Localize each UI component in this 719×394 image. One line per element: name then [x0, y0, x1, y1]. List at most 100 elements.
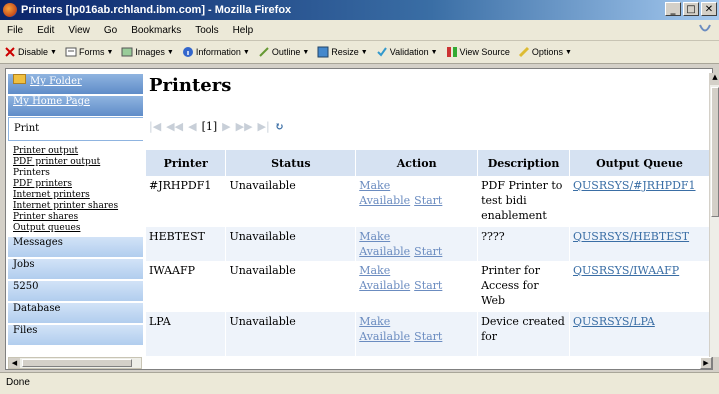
output-queue-link[interactable]: QUSRSYS/#JRHPDF1	[569, 176, 710, 227]
description-cell: Device created for	[477, 312, 571, 356]
menu-bookmarks[interactable]: Bookmarks	[124, 25, 188, 36]
sidebar-link-printer-shares[interactable]: Printer shares	[13, 212, 143, 223]
print-submenu: Printer output PDF printer output Printe…	[8, 142, 143, 236]
main-content: Printers |◀ ◀◀ ◀ [1] ▶ ▶▶ ▶| ↻ Printer S…	[146, 73, 710, 357]
output-queue-link[interactable]: QUSRSYS/IWAAFP	[569, 261, 710, 312]
printers-table: Printer Status Action Description Output…	[146, 150, 710, 356]
printer-cell: IWAAFP	[146, 261, 227, 312]
menu-edit[interactable]: Edit	[30, 25, 61, 36]
output-queue-link[interactable]: QUSRSYS/HEBTEST	[569, 227, 710, 261]
tb-images[interactable]: Images ▼	[117, 46, 177, 58]
menu-tools[interactable]: Tools	[188, 25, 225, 36]
folder-icon	[13, 74, 26, 84]
action-cell: Make Available Start	[355, 227, 479, 261]
start-link[interactable]: Start	[414, 279, 442, 292]
page-number[interactable]: [1]	[202, 120, 218, 133]
tb-view-source[interactable]: View Source	[442, 46, 514, 58]
disable-icon	[5, 47, 15, 57]
sidebar-item-5250[interactable]: 5250	[8, 280, 143, 301]
forms-icon	[65, 47, 77, 57]
last-page-icon[interactable]: ▶|	[258, 120, 270, 133]
scroll-up-icon[interactable]: ▲	[710, 73, 719, 85]
menu-help[interactable]: Help	[226, 25, 261, 36]
action-cell: Make Available Start	[355, 176, 479, 227]
start-link[interactable]: Start	[414, 330, 442, 343]
output-queue-link[interactable]: QUSRSYS/LPA	[569, 312, 710, 356]
refresh-icon[interactable]: ↻	[275, 120, 284, 133]
sidebar-link-pdf-printers[interactable]: PDF printers	[13, 179, 143, 190]
make-available-link[interactable]: Make Available	[359, 315, 410, 343]
menu-bar: File Edit View Go Bookmarks Tools Help	[0, 20, 719, 41]
sidebar-link-printer-output[interactable]: Printer output	[13, 146, 143, 157]
status-cell: Unavailable	[225, 261, 357, 312]
sidebar-item-jobs[interactable]: Jobs	[8, 258, 143, 279]
status-cell: Unavailable	[225, 176, 357, 227]
scroll-left-icon[interactable]: ◀	[9, 358, 20, 368]
start-link[interactable]: Start	[414, 245, 442, 258]
sidebar-item-home[interactable]: My Home Page	[8, 95, 143, 116]
scroll-right-icon[interactable]: ▶	[700, 357, 712, 369]
prev-page-icon[interactable]: ◀	[188, 120, 196, 133]
start-link[interactable]: Start	[414, 194, 442, 207]
sidebar-item-print[interactable]: Print	[8, 117, 143, 141]
col-header-output-queue[interactable]: Output Queue	[569, 150, 710, 176]
make-available-link[interactable]: Make Available	[359, 264, 410, 292]
sidebar-item-my-folder[interactable]: My Folder	[8, 73, 143, 94]
make-available-link[interactable]: Make Available	[359, 179, 410, 207]
outline-icon	[259, 47, 269, 57]
window-titlebar: Printers [lp016ab.rchland.ibm.com] - Moz…	[0, 0, 719, 20]
menu-go[interactable]: Go	[97, 25, 124, 36]
tb-resize[interactable]: Resize ▼	[313, 46, 371, 58]
tb-information[interactable]: Information ▼	[178, 46, 254, 58]
status-cell: Unavailable	[225, 227, 357, 261]
prev-page-fast-icon[interactable]: ◀◀	[166, 120, 183, 133]
description-cell: Printer for Access for Web	[477, 261, 571, 312]
sidebar-item-database[interactable]: Database	[8, 302, 143, 323]
action-cell: Make Available Start	[355, 312, 479, 356]
validation-icon	[377, 47, 387, 57]
description-cell: ????	[477, 227, 571, 261]
options-icon	[518, 46, 529, 58]
status-bar: Done	[0, 372, 719, 394]
scroll-thumb[interactable]	[22, 359, 132, 367]
sidebar-link-internet-printer-shares[interactable]: Internet printer shares	[13, 201, 143, 212]
next-page-icon[interactable]: ▶	[222, 120, 230, 133]
sidebar-link-output-queues[interactable]: Output queues	[13, 223, 143, 234]
sidebar-link-printers[interactable]: Printers	[13, 168, 143, 179]
tb-disable[interactable]: Disable ▼	[0, 46, 61, 58]
vertical-scrollbar[interactable]: ▲	[709, 73, 719, 357]
col-header-description[interactable]: Description	[477, 150, 571, 176]
table-row: HEBTEST Unavailable Make Available Start …	[146, 227, 710, 261]
next-page-fast-icon[interactable]: ▶▶	[236, 120, 253, 133]
menu-view[interactable]: View	[61, 25, 97, 36]
sidebar-item-files[interactable]: Files	[8, 324, 143, 345]
minimize-button[interactable]: _	[665, 2, 681, 16]
pager: |◀ ◀◀ ◀ [1] ▶ ▶▶ ▶| ↻	[149, 120, 284, 133]
sidebar-horizontal-scrollbar[interactable]: ◀	[8, 357, 142, 369]
tb-options[interactable]: Options ▼	[514, 46, 576, 58]
page-title: Printers	[149, 75, 232, 96]
make-available-link[interactable]: Make Available	[359, 230, 410, 258]
table-row: IWAAFP Unavailable Make Available Start P…	[146, 261, 710, 312]
tb-validation[interactable]: Validation ▼	[372, 46, 442, 58]
resize-icon	[317, 46, 329, 58]
printer-cell: LPA	[146, 312, 227, 356]
information-icon	[182, 47, 193, 57]
sidebar-item-messages[interactable]: Messages	[8, 236, 143, 257]
webdev-toolbar: Disable ▼ Forms ▼ Images ▼ Information ▼ Out…	[0, 41, 719, 64]
col-header-status[interactable]: Status	[225, 150, 357, 176]
first-page-icon[interactable]: |◀	[149, 120, 161, 133]
sidebar-link-pdf-printer-output[interactable]: PDF printer output	[13, 157, 143, 168]
status-cell: Unavailable	[225, 312, 357, 356]
menu-file[interactable]: File	[0, 25, 30, 36]
scroll-thumb[interactable]	[711, 87, 719, 217]
action-cell: Make Available Start	[355, 261, 479, 312]
col-header-printer[interactable]: Printer	[146, 150, 227, 176]
close-button[interactable]: ✕	[701, 2, 717, 16]
tb-outline[interactable]: Outline ▼	[254, 46, 313, 58]
tb-forms[interactable]: Forms ▼	[61, 46, 117, 58]
maximize-button[interactable]: □	[683, 2, 699, 16]
images-icon	[121, 47, 133, 57]
firefox-icon	[3, 3, 17, 17]
sidebar-link-internet-printers[interactable]: Internet printers	[13, 190, 143, 201]
